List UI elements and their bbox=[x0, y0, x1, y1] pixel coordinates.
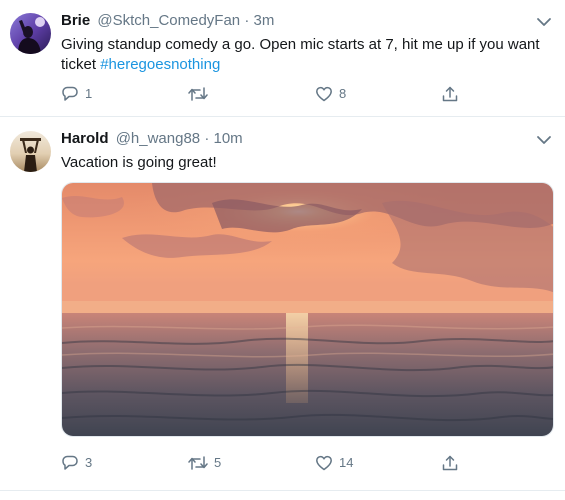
reply-count: 1 bbox=[85, 86, 93, 101]
tweet-header: Brie @Sktch_ComedyFan · 3m bbox=[61, 11, 274, 31]
retweet-icon bbox=[188, 85, 208, 103]
heart-icon bbox=[315, 85, 333, 103]
like-button[interactable]: 14 bbox=[315, 453, 353, 473]
like-button[interactable]: 8 bbox=[315, 84, 346, 104]
share-icon bbox=[441, 85, 459, 103]
tweet-photo-sunset[interactable] bbox=[61, 182, 554, 437]
retweet-button[interactable]: 5 bbox=[188, 453, 221, 473]
reply-icon bbox=[61, 85, 79, 103]
timestamp[interactable]: 10m bbox=[214, 130, 243, 147]
like-count: 8 bbox=[339, 86, 347, 101]
timeline-feed: Brie @Sktch_ComedyFan · 3m Giving standu… bbox=[0, 0, 565, 500]
user-handle[interactable]: @h_wang88 bbox=[116, 130, 200, 147]
user-handle[interactable]: @Sktch_ComedyFan bbox=[97, 12, 240, 29]
tweet-actions: 1 8 bbox=[61, 84, 481, 104]
like-count: 14 bbox=[339, 455, 354, 470]
tweet-text: Vacation is going great! bbox=[61, 153, 551, 173]
separator: · bbox=[244, 12, 250, 29]
avatar[interactable] bbox=[10, 13, 51, 54]
tweet-text-content: Vacation is going great! bbox=[61, 154, 217, 171]
reply-button[interactable]: 1 bbox=[61, 84, 92, 104]
reply-count: 3 bbox=[85, 455, 93, 470]
retweet-count: 5 bbox=[214, 455, 222, 470]
share-button[interactable] bbox=[441, 84, 459, 104]
tweet-actions: 3 5 14 bbox=[61, 453, 481, 473]
tweet-text: Giving standup comedy a go. Open mic sta… bbox=[61, 35, 551, 75]
reply-icon bbox=[61, 454, 79, 472]
tweet-header: Harold @h_wang88 · 10m bbox=[61, 129, 243, 149]
reply-button[interactable]: 3 bbox=[61, 453, 92, 473]
share-icon bbox=[441, 454, 459, 472]
heart-icon bbox=[315, 454, 333, 472]
avatar[interactable] bbox=[10, 131, 51, 172]
timestamp[interactable]: 3m bbox=[254, 12, 275, 29]
share-button[interactable] bbox=[441, 453, 459, 473]
display-name[interactable]: Harold bbox=[61, 130, 109, 147]
display-name[interactable]: Brie bbox=[61, 12, 90, 29]
separator: · bbox=[204, 130, 210, 147]
hashtag-link[interactable]: #heregoesnothing bbox=[100, 56, 220, 73]
chevron-down-icon[interactable] bbox=[535, 131, 553, 149]
tweet[interactable]: Brie @Sktch_ComedyFan · 3m Giving standu… bbox=[0, 0, 565, 117]
tweet[interactable]: Harold @h_wang88 · 10m Vacation is going… bbox=[0, 117, 565, 491]
chevron-down-icon[interactable] bbox=[535, 13, 553, 31]
retweet-button[interactable] bbox=[188, 84, 214, 104]
retweet-icon bbox=[188, 454, 208, 472]
